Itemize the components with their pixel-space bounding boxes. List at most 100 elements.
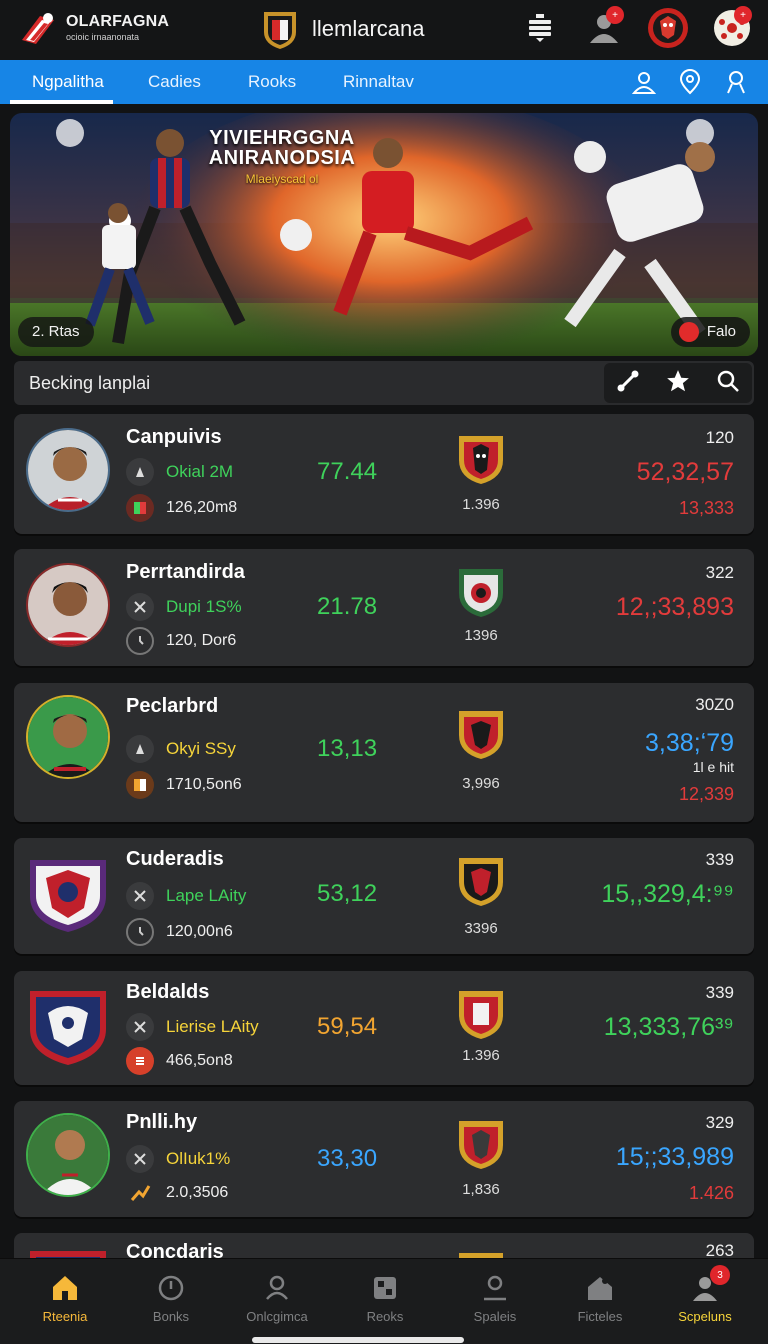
player-card[interactable]: Pnlli.hy OlIuk1% 2.0,3506 33,30 1,836 32… [14, 1101, 754, 1217]
player-name: Perrtandirda [126, 561, 245, 583]
banner-artwork [10, 113, 758, 356]
logo-title: OLARFAGNA [66, 13, 170, 30]
player-value: 52,32,57 [636, 458, 734, 486]
banner-headline-2: ANIRANODSIA [208, 147, 356, 169]
nav-label: Scpeluns [678, 1309, 732, 1324]
nav-label: Reoks [366, 1309, 404, 1324]
player-value: 15;;33,989 [615, 1143, 734, 1171]
profile-icon[interactable] [722, 68, 750, 96]
grid-icon [374, 1277, 396, 1299]
player-card[interactable]: Peclarbrd Okyi SSy 1710,5on6 13,13 3,996… [14, 683, 754, 822]
tab-rooks[interactable]: Rooks [248, 60, 296, 104]
player-value: 15,,329,4:⁹⁹ [601, 880, 734, 908]
team-badge-icon [457, 987, 505, 1041]
tab-cadies[interactable]: Cadies [148, 60, 201, 104]
team-crest-icon[interactable] [646, 6, 690, 50]
player-role-icon [126, 593, 154, 621]
player-score: 33,30 [317, 1145, 378, 1172]
app-logo[interactable]: OLARFAGNA ocioic irnaanonata [18, 10, 169, 46]
link-icon[interactable] [616, 369, 640, 398]
player-stat: 466,5on8 [166, 1052, 233, 1069]
banner-live-pill[interactable]: Falo [670, 317, 750, 347]
banner-round-pill[interactable]: 2. Rtas [18, 317, 94, 347]
player-rank: 30Z0 [695, 695, 734, 714]
player-role-icon [126, 1013, 154, 1041]
home-icon [53, 1276, 77, 1300]
nav-item-spaleis[interactable]: Spaleis [440, 1259, 550, 1344]
player-stat: 2.0,3506 [166, 1184, 229, 1201]
user-outline-icon[interactable] [630, 68, 658, 96]
nav-label: Bonks [152, 1309, 190, 1324]
menu-stack-icon[interactable] [518, 6, 562, 50]
player-stat: 120,00n6 [166, 923, 233, 940]
nav-item-bonks[interactable]: Bonks [116, 1259, 226, 1344]
player-card[interactable]: Perrtandirda Dupi 1S% 120, Dor6 21.78 13… [14, 549, 754, 666]
hero-banner[interactable]: YIVIEHRGGNA ANIRANODSIA Mlaeiyscad ol [10, 113, 758, 356]
player-rank: 329 [705, 1113, 734, 1132]
app-header: OLARFAGNA ocioic irnaanonata llemlarcana [0, 0, 768, 60]
house-icon [588, 1277, 612, 1300]
player-extra-note: 1l e hit [692, 759, 734, 775]
player-avatar [26, 563, 110, 647]
search-icon[interactable] [716, 369, 740, 398]
player-change: 12,339 [678, 784, 734, 804]
user-icon[interactable]: + [582, 6, 626, 50]
club-crest-icon [26, 850, 110, 934]
player-card[interactable]: Beldalds Lierise LAity 466,5on8 59,54 1.… [14, 971, 754, 1085]
bottom-nav: Rteenia Bonks Onlcgimca Reoks Spaleis Fi… [0, 1258, 768, 1344]
player-name: Cuderadis [126, 848, 224, 870]
nav-item-ficteles[interactable]: Ficteles [545, 1259, 655, 1344]
tab-rinnaltav[interactable]: Rinnaltav [343, 60, 414, 104]
player-name: Pnlli.hy [126, 1111, 198, 1133]
section-title: Becking lanplai [29, 373, 151, 393]
user-icon [484, 1275, 506, 1301]
player-score: 21.78 [317, 593, 378, 620]
location-icon[interactable] [676, 68, 704, 96]
star-icon[interactable] [665, 368, 691, 399]
player-timer-icon [126, 627, 154, 655]
banner-headline-1: YIVIEHRGGNA [209, 127, 355, 149]
live-dot-icon [678, 322, 699, 342]
team-badge-number: 1,836 [462, 1181, 500, 1198]
player-role-icon [126, 1145, 154, 1173]
team-badge-icon [457, 565, 505, 619]
club-crest-icon [26, 983, 110, 1067]
player-tag: Okial 2M [166, 462, 234, 481]
player-stat: 120, Dor6 [166, 632, 237, 649]
center-brand: llemlarcana [262, 8, 425, 50]
player-avatar [26, 1113, 110, 1197]
player-rank: 322 [705, 563, 734, 582]
nav-item-home[interactable]: Rteenia [10, 1259, 120, 1344]
active-tab-indicator [10, 100, 113, 104]
nav-item-onlcgimca[interactable]: Onlcgimca [222, 1259, 332, 1344]
nav-label: Ficteles [577, 1309, 623, 1324]
player-name: Beldalds [126, 981, 210, 1003]
tab-ngpalitha[interactable]: Ngpalitha [32, 60, 104, 104]
player-club-icon [126, 494, 154, 522]
player-score: 59,54 [317, 1013, 378, 1040]
nav-item-scpeluns[interactable]: 3 Scpeluns [650, 1259, 760, 1344]
player-rank: 339 [705, 983, 734, 1002]
nav-item-reoks[interactable]: Reoks [330, 1259, 440, 1344]
player-change: 13,333 [678, 498, 734, 518]
player-card[interactable]: Cuderadis Lape LAity 120,00n6 53,12 3396… [14, 838, 754, 954]
logo-mark-icon [18, 10, 58, 46]
player-value: 13,333,76³⁹ [603, 1013, 734, 1041]
chat-icon [266, 1275, 288, 1300]
player-tag: OlIuk1% [166, 1149, 231, 1168]
player-score: 53,12 [317, 880, 378, 907]
player-score: 13,13 [317, 735, 378, 762]
player-change: 1.426 [688, 1183, 734, 1203]
home-indicator[interactable] [252, 1337, 464, 1343]
ball-icon[interactable]: + [710, 6, 754, 50]
brand-title: llemlarcana [312, 16, 425, 41]
player-card[interactable]: Canpuivis Okial 2M 126,20m8 77.44 1.396 … [14, 414, 754, 534]
player-stat: 126,20m8 [166, 499, 238, 516]
team-badge-icon [457, 707, 505, 761]
player-club-icon [126, 771, 154, 799]
player-name: Peclarbrd [126, 695, 219, 717]
team-badge-number: 1.396 [462, 1047, 500, 1064]
section-header: Becking lanplai [14, 361, 754, 405]
player-club-icon [126, 1047, 154, 1075]
team-badge-number: 1.396 [462, 496, 500, 513]
